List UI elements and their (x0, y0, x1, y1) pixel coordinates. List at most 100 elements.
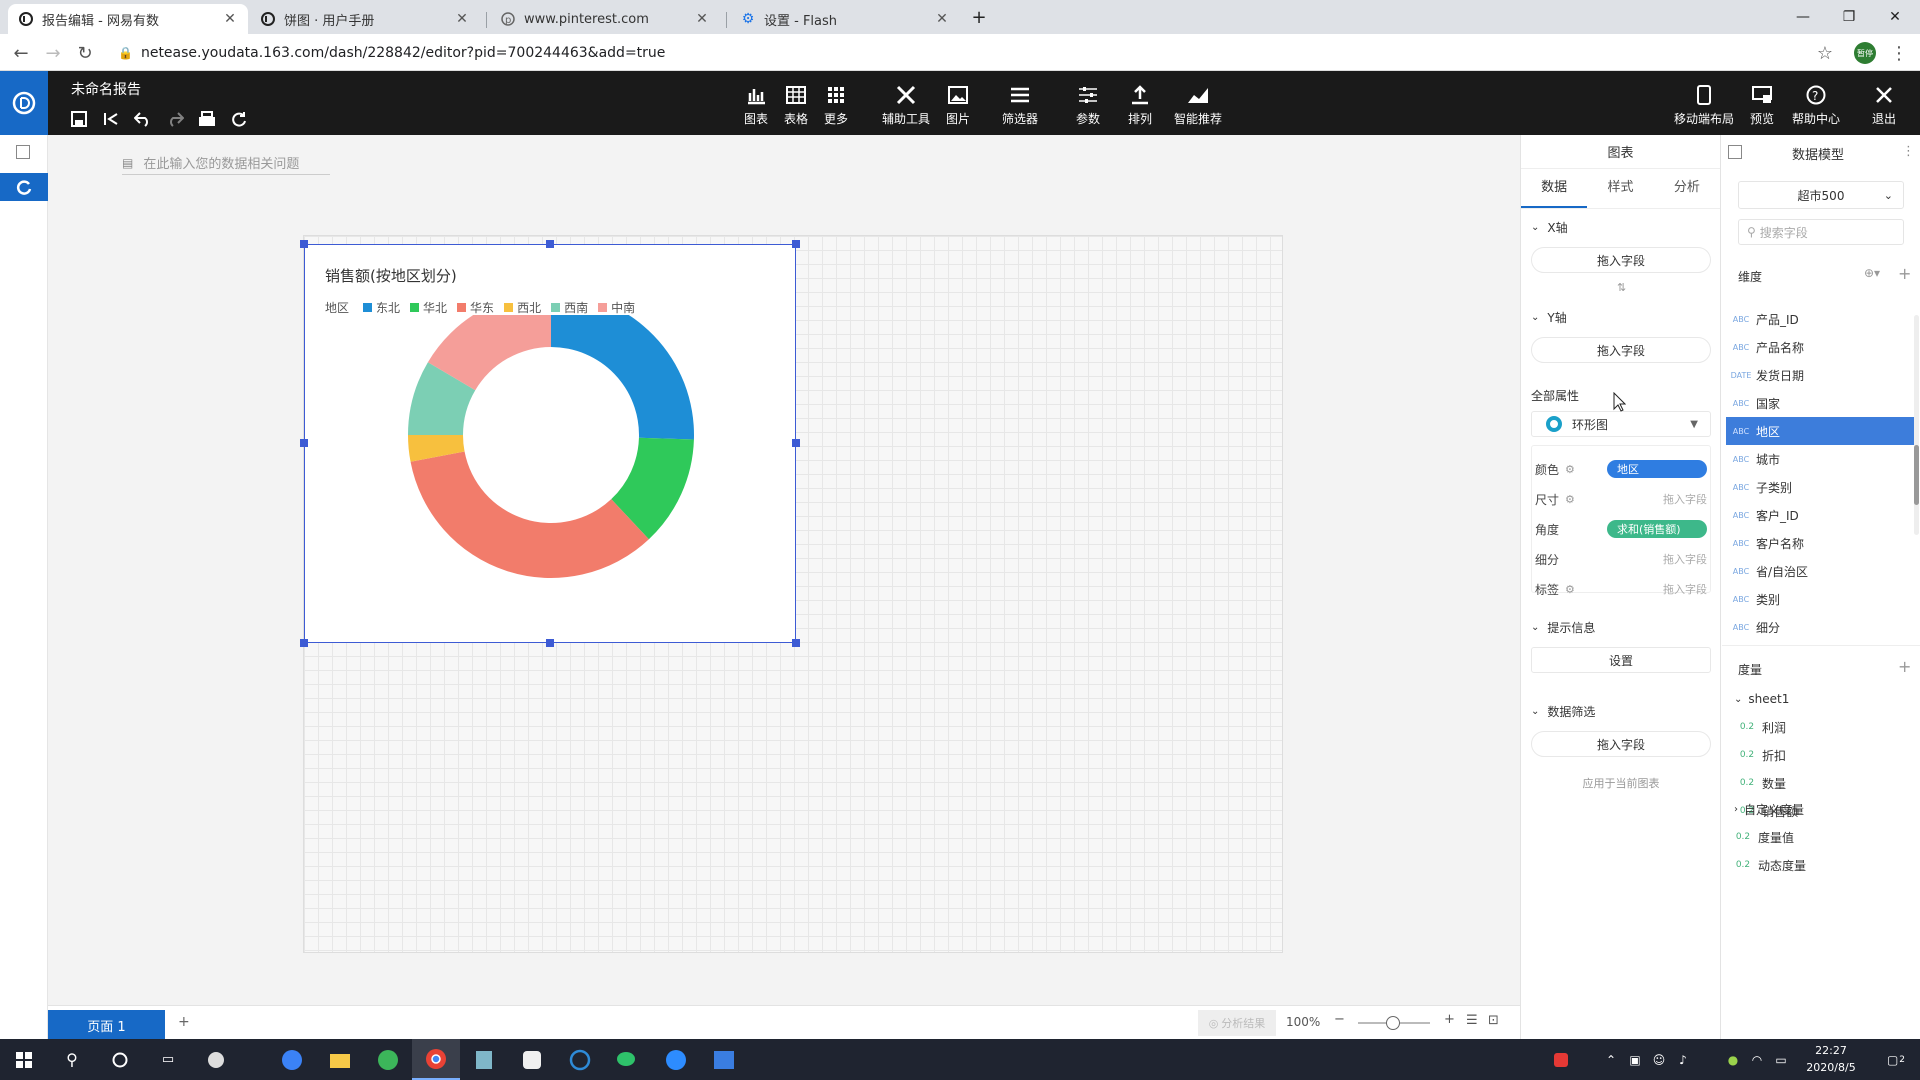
dataset-select[interactable]: 超市500 ⌄ (1738, 181, 1904, 209)
save-icon[interactable] (68, 108, 90, 130)
resize-handle[interactable] (300, 439, 308, 447)
tab-data[interactable]: 数据 (1521, 169, 1588, 208)
fit-width-icon[interactable]: ☰ (1466, 1013, 1478, 1028)
dimension-item[interactable]: ABC 国家 (1726, 389, 1916, 417)
prop-row[interactable]: 角度 求和(销售额) (1535, 517, 1707, 541)
chart-type-select[interactable]: 环形图 ▼ (1531, 411, 1711, 437)
y-axis-drop-zone[interactable]: 拖入字段 (1531, 337, 1711, 363)
tray-app-icon[interactable] (1546, 1039, 1576, 1080)
toolbar-tools-button[interactable]: 辅助工具 (882, 83, 930, 127)
toolbar-exit-button[interactable]: 退出 (1860, 83, 1908, 127)
resize-handle[interactable] (546, 240, 554, 248)
zoom-slider-thumb[interactable] (1386, 1016, 1400, 1030)
close-window-button[interactable]: ✕ (1872, 0, 1918, 34)
print-icon[interactable] (196, 108, 218, 130)
task-view-icon[interactable]: ▭ (144, 1039, 192, 1080)
add-measure-icon[interactable]: + (1898, 657, 1911, 676)
search-icon[interactable]: ⚲ (48, 1039, 96, 1080)
swap-axis-icon[interactable]: ⇅ (1617, 281, 1626, 294)
video-meeting-icon[interactable] (652, 1039, 700, 1080)
tooltip-settings-button[interactable]: 设置 (1531, 647, 1711, 673)
close-tab-icon[interactable]: ✕ (934, 11, 950, 27)
x-axis-section[interactable]: ⌄ X轴 (1531, 219, 1568, 236)
legend-item-label[interactable]: 西南 (564, 299, 588, 316)
donut-slice-东北[interactable] (551, 315, 694, 440)
dimension-item[interactable]: ABC 客户名称 (1726, 529, 1916, 557)
notification-bell-icon[interactable]: ♪ (1672, 1039, 1694, 1080)
zoom-out-icon[interactable]: − (1334, 1012, 1345, 1027)
tray-icon[interactable]: ● (1722, 1039, 1744, 1080)
gear-icon[interactable]: ⚙ (1565, 463, 1575, 476)
prop-row[interactable]: 标签 ⚙ 拖入字段 (1535, 577, 1707, 601)
bookmark-star-icon[interactable]: ☆ (1812, 40, 1838, 66)
dimension-item[interactable]: ABC 子类别 (1726, 473, 1916, 501)
prop-row[interactable]: 尺寸 ⚙ 拖入字段 (1535, 487, 1707, 511)
windows-start-icon[interactable] (0, 1039, 48, 1080)
fit-page-icon[interactable]: ⊡ (1488, 1013, 1499, 1028)
toolbar-image-button[interactable]: 图片 (934, 83, 982, 127)
browser-tab[interactable]: p www.pinterest.com ✕ (490, 4, 720, 34)
y-axis-section[interactable]: ⌄ Y轴 (1531, 309, 1567, 326)
dimension-item[interactable]: ABC 产品_ID (1726, 305, 1916, 333)
action-center-icon[interactable]: ▢ 2 (1876, 1039, 1916, 1080)
back-icon[interactable]: ← (8, 40, 34, 66)
field-tag[interactable]: 地区 (1607, 460, 1707, 478)
zoom-in-icon[interactable]: + (1444, 1012, 1455, 1027)
file-explorer-icon[interactable] (316, 1039, 364, 1080)
chrome-icon[interactable] (412, 1039, 460, 1080)
page-tab[interactable]: 页面 1 (48, 1010, 165, 1040)
tray-icon[interactable]: ☺ (1648, 1039, 1670, 1080)
app-green-icon[interactable] (364, 1039, 412, 1080)
dimension-item[interactable]: ABC 省/自治区 (1726, 557, 1916, 585)
gear-icon[interactable]: ⚙ (1565, 583, 1575, 596)
add-page-button[interactable]: + (178, 1014, 190, 1030)
toolbar-smart-recommend-button[interactable]: 智能推荐 (1174, 83, 1222, 127)
resize-handle[interactable] (792, 639, 800, 647)
legend-item-label[interactable]: 华北 (423, 299, 447, 316)
legend-item-label[interactable]: 华东 (470, 299, 494, 316)
measure-item[interactable]: 0.2 度量值 (1728, 823, 1918, 851)
back-to-start-icon[interactable] (100, 108, 122, 130)
report-title[interactable]: 未命名报告 (71, 79, 141, 99)
dimension-item[interactable]: DATE 发货日期 (1726, 361, 1916, 389)
legend-item-label[interactable]: 西北 (517, 299, 541, 316)
pinwheel-app-icon[interactable] (192, 1039, 240, 1080)
legend-item-label[interactable]: 东北 (376, 299, 400, 316)
panel-toggle-icon[interactable] (16, 145, 30, 159)
wechat-icon[interactable] (604, 1039, 652, 1080)
resize-handle[interactable] (792, 439, 800, 447)
notes-app-icon[interactable] (460, 1039, 508, 1080)
toolbar-preview-button[interactable]: 预览 (1738, 83, 1786, 127)
menu-kebab-icon[interactable]: ⋮ (1886, 40, 1912, 66)
address-bar[interactable]: 🔒 netease.youdata.163.com/dash/228842/ed… (110, 38, 1830, 67)
analysis-result-button[interactable]: ◎ 分析结果 (1198, 1010, 1276, 1036)
prop-row[interactable]: 颜色 ⚙ 地区 (1535, 457, 1707, 481)
photo-app-icon[interactable] (508, 1039, 556, 1080)
profile-avatar[interactable]: 暂停 (1854, 42, 1876, 64)
dimension-item[interactable]: ABC 城市 (1726, 445, 1916, 473)
toolbar-arrange-button[interactable]: 排列 (1116, 83, 1164, 127)
redo-icon[interactable] (164, 108, 186, 130)
legend-item-label[interactable]: 中南 (611, 299, 635, 316)
drop-field-hint[interactable]: 拖入字段 (1663, 581, 1707, 597)
measure-item[interactable]: 0.2 折扣 (1732, 741, 1920, 769)
tooltip-section[interactable]: ⌄ 提示信息 (1531, 619, 1595, 636)
prop-row[interactable]: 细分 拖入字段 (1535, 547, 1707, 571)
collapse-panel-icon[interactable] (1728, 145, 1742, 159)
apply-current-chart[interactable]: 应用于当前图表 (1521, 775, 1721, 791)
measure-item[interactable]: 0.2 利润 (1732, 713, 1920, 741)
field-tag[interactable]: 求和(销售额) (1607, 520, 1707, 538)
resize-handle[interactable] (546, 639, 554, 647)
chart-widget[interactable]: 销售额(按地区划分) 地区 东北 华北 华东 西北 西南 中南 (304, 244, 796, 643)
browser-tab[interactable]: 饼图 · 用户手册 ✕ (250, 4, 480, 34)
close-tab-icon[interactable]: ✕ (454, 11, 470, 27)
mail-app-icon[interactable] (700, 1039, 748, 1080)
undo-icon[interactable] (132, 108, 154, 130)
toolbar-params-button[interactable]: 参数 (1064, 83, 1112, 127)
close-tab-icon[interactable]: ✕ (694, 11, 710, 27)
drop-field-hint[interactable]: 拖入字段 (1663, 491, 1707, 507)
restore-button[interactable]: ❐ (1826, 0, 1872, 34)
field-search-input[interactable]: ⚲ 搜索字段 (1738, 219, 1904, 245)
browser-tab[interactable]: ⚙ 设置 - Flash ✕ (730, 4, 960, 34)
toolbar-help-button[interactable]: ? 帮助中心 (1792, 83, 1840, 127)
